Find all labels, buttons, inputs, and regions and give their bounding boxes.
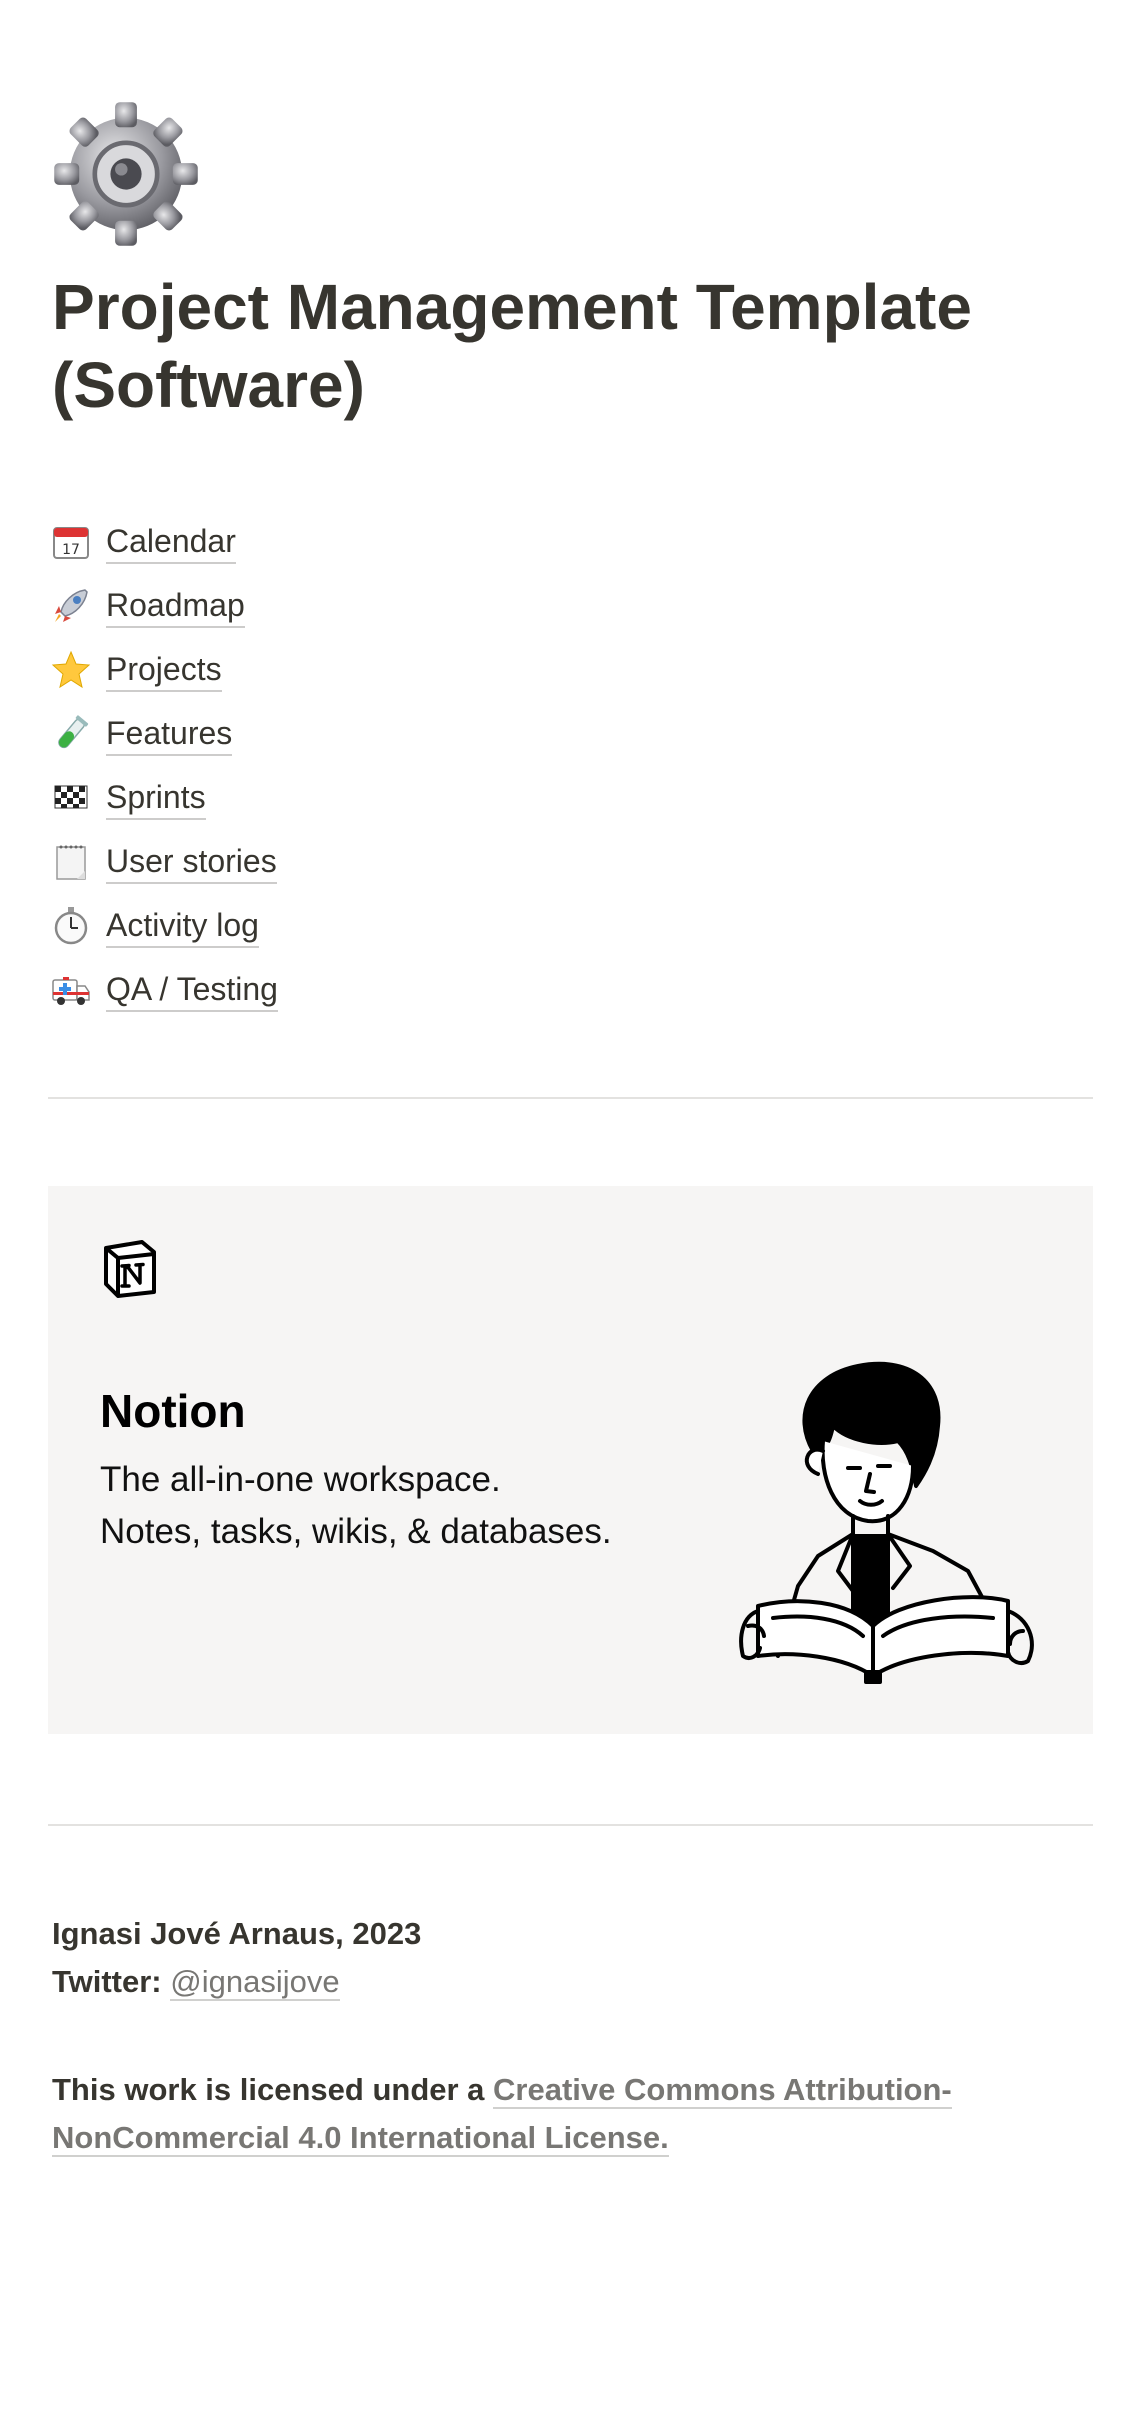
- license-prefix: This work is licensed under a: [52, 2072, 485, 2107]
- author-name: Ignasi Jové Arnaus, 2023: [52, 1916, 422, 1951]
- license-notice: This work is licensed under a Creative C…: [52, 2066, 1052, 2162]
- bookmark-description: Notes, tasks, wikis, & databases.: [100, 1512, 612, 1551]
- twitter-handle-link[interactable]: @ignasijove: [170, 1964, 340, 2001]
- link-label: Projects: [106, 649, 222, 692]
- ambulance-icon: [50, 969, 92, 1011]
- page-title: Project Management Template (Software): [52, 271, 972, 421]
- link-projects[interactable]: Projects: [50, 638, 650, 702]
- star-icon: [50, 649, 92, 691]
- link-calendar[interactable]: 17 Calendar: [50, 510, 650, 574]
- twitter-label: Twitter:: [52, 1964, 162, 1999]
- svg-text:17: 17: [62, 542, 80, 558]
- notion-bookmark-card[interactable]: Notion The all-in-one workspace. Notes, …: [48, 1186, 1093, 1734]
- link-user-stories[interactable]: User stories: [50, 830, 650, 894]
- calendar-icon: 17: [50, 521, 92, 563]
- link-qa-testing[interactable]: QA / Testing: [50, 958, 650, 1022]
- link-activity-log[interactable]: Activity log: [50, 894, 650, 958]
- test-tube-icon: [50, 713, 92, 755]
- notion-logo-icon: [98, 1238, 160, 1300]
- twitter-line: Twitter: @ignasijove: [52, 1958, 340, 2006]
- page-links: 17 Calendar Roadmap Projects Features Sp…: [50, 510, 650, 1022]
- notepad-icon: [50, 841, 92, 883]
- link-label: Activity log: [106, 905, 259, 948]
- link-label: Sprints: [106, 777, 206, 820]
- stopwatch-icon: [50, 905, 92, 947]
- bookmark-title: Notion: [100, 1385, 246, 1437]
- checkered-flag-icon: [50, 777, 92, 819]
- gear-icon[interactable]: [48, 96, 204, 252]
- divider: [48, 1097, 1093, 1099]
- divider: [48, 1824, 1093, 1826]
- bookmark-description: The all-in-one workspace.: [100, 1460, 501, 1499]
- link-label: QA / Testing: [106, 969, 278, 1012]
- link-label: Features: [106, 713, 233, 756]
- link-label: Calendar: [106, 521, 236, 564]
- link-label: Roadmap: [106, 585, 245, 628]
- author-credit: Ignasi Jové Arnaus, 2023: [52, 1910, 421, 1958]
- link-features[interactable]: Features: [50, 702, 650, 766]
- link-roadmap[interactable]: Roadmap: [50, 574, 650, 638]
- person-reading-illustration: [738, 1356, 1048, 1696]
- link-label: User stories: [106, 841, 277, 884]
- link-sprints[interactable]: Sprints: [50, 766, 650, 830]
- rocket-icon: [50, 585, 92, 627]
